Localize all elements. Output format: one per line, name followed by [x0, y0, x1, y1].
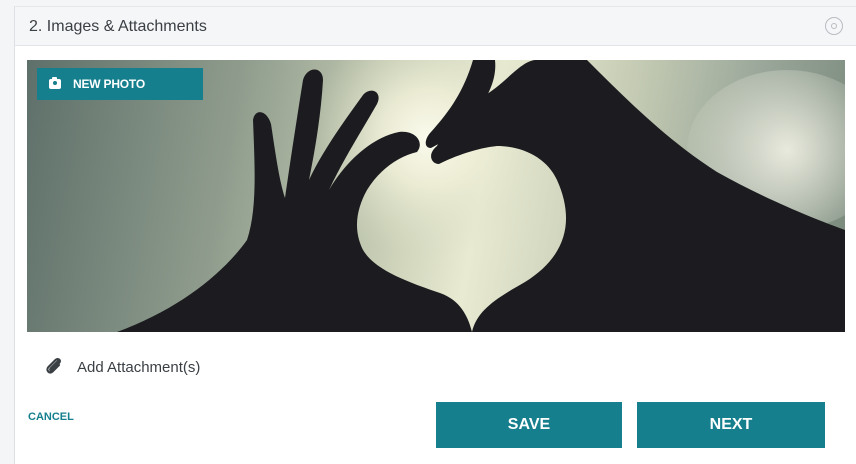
cancel-button[interactable]: CANCEL: [28, 411, 74, 423]
collapse-icon[interactable]: [825, 17, 843, 35]
new-photo-button[interactable]: NEW PHOTO: [37, 68, 203, 100]
new-photo-label: NEW PHOTO: [73, 77, 145, 91]
next-button[interactable]: NEXT: [637, 402, 825, 448]
panel-title: 2. Images & Attachments: [29, 18, 207, 35]
add-attachment-label: Add Attachment(s): [77, 359, 201, 376]
paperclip-icon: [46, 357, 61, 374]
photo-preview: NEW PHOTO: [27, 60, 845, 332]
panel-header[interactable]: 2. Images & Attachments: [15, 6, 856, 46]
heart-hands-photo: [27, 60, 845, 332]
app-frame: 2. Images & Attachments NEW PHOTO Add At…: [0, 0, 856, 464]
camera-icon: [49, 77, 61, 89]
save-button[interactable]: SAVE: [436, 402, 622, 448]
images-attachments-panel: 2. Images & Attachments NEW PHOTO Add At…: [14, 6, 856, 464]
